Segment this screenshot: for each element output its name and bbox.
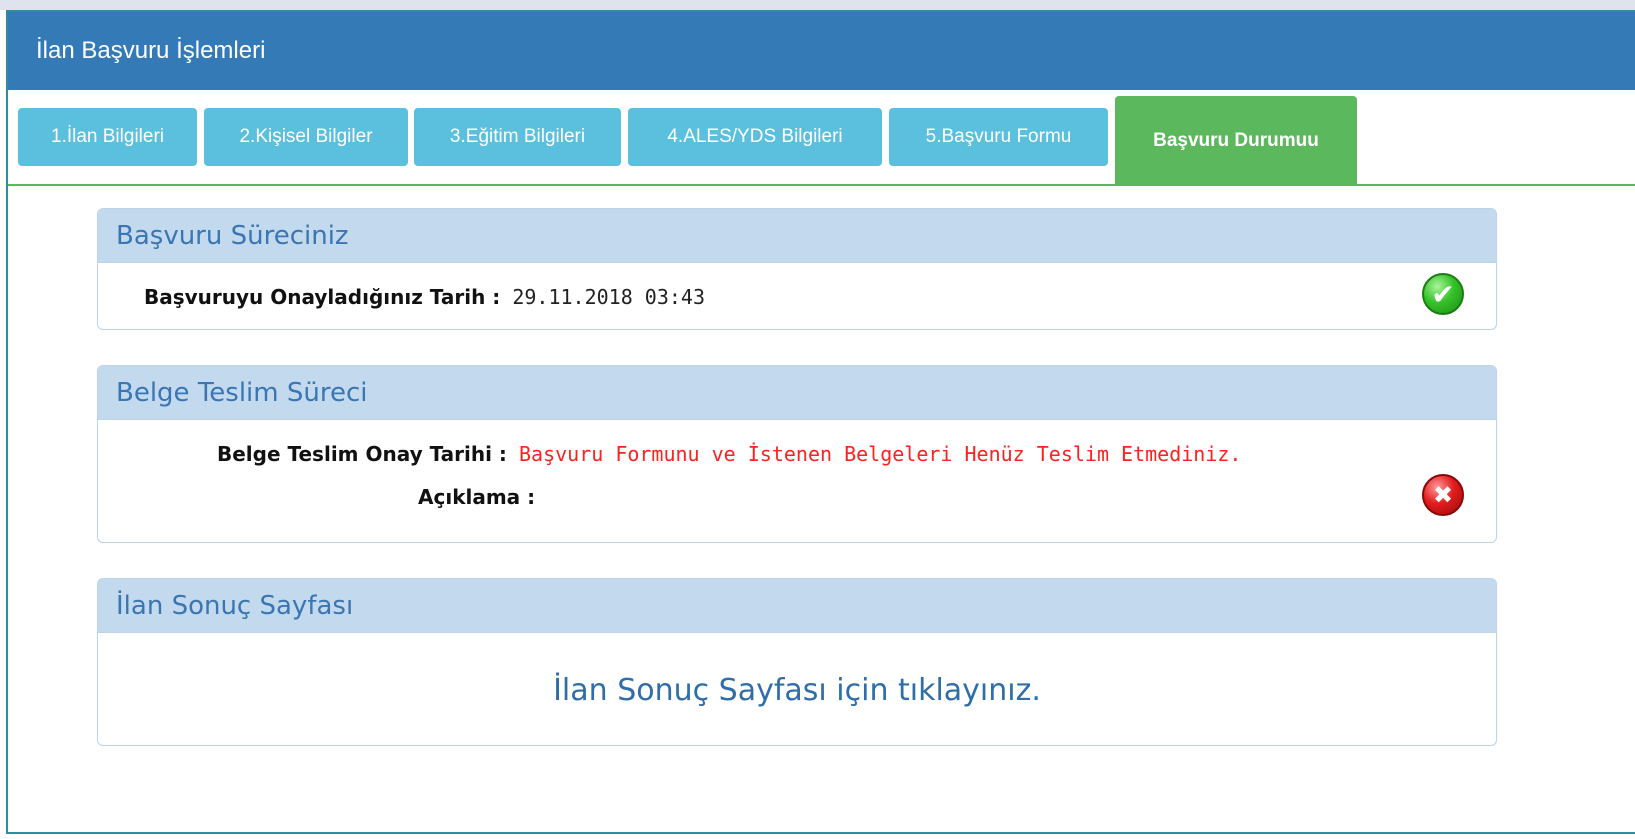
application-panel: İlan Başvuru İşlemleri 1.İlan Bilgileri …	[6, 10, 1635, 834]
results-title: İlan Sonuç Sayfası	[116, 591, 354, 621]
panel-header: İlan Başvuru İşlemleri	[8, 12, 1635, 90]
tab-basvuru-durumu[interactable]: Başvuru Durumuu	[1115, 96, 1357, 184]
document-delivery-title: Belge Teslim Süreci	[116, 378, 368, 408]
document-delivery-header: Belge Teslim Süreci	[98, 366, 1496, 420]
tab-kisisel-bilgiler[interactable]: 2.Kişisel Bilgiler	[204, 108, 408, 166]
delivery-date-value: Başvuru Formunu ve İstenen Belgeleri Hen…	[518, 442, 1242, 466]
note-row: Açıklama :	[418, 484, 535, 510]
note-label: Açıklama :	[418, 485, 536, 509]
tab-egitim-bilgileri[interactable]: 3.Eğitim Bilgileri	[414, 108, 621, 166]
document-delivery-box: Belge Teslim Süreci Belge Teslim Onay Ta…	[97, 365, 1497, 543]
check-icon: ✔	[1422, 273, 1464, 315]
approval-date-value: 29.11.2018 03:43	[512, 285, 705, 309]
tab-basvuru-formu[interactable]: 5.Başvuru Formu	[889, 108, 1108, 166]
results-header: İlan Sonuç Sayfası	[98, 579, 1496, 633]
results-page-link[interactable]: İlan Sonuç Sayfası için tıklayınız.	[98, 671, 1496, 711]
tab-bar: 1.İlan Bilgileri 2.Kişisel Bilgiler 3.Eğ…	[8, 90, 1635, 186]
application-process-header: Başvuru Süreciniz	[98, 209, 1496, 263]
tab-ilan-bilgileri[interactable]: 1.İlan Bilgileri	[18, 108, 197, 166]
approval-date-label: Başvuruyu Onayladığınız Tarih :	[144, 285, 501, 309]
cross-icon: ✖	[1422, 474, 1464, 516]
application-process-box: Başvuru Süreciniz Başvuruyu Onayladığını…	[97, 208, 1497, 330]
delivery-date-label: Belge Teslim Onay Tarihi :	[217, 442, 507, 466]
panel-title: İlan Başvuru İşlemleri	[36, 37, 266, 64]
delivery-date-row: Belge Teslim Onay Tarihi : Başvuru Formu…	[217, 441, 1241, 467]
results-box: İlan Sonuç Sayfası İlan Sonuç Sayfası iç…	[97, 578, 1497, 746]
top-strip	[0, 0, 1635, 10]
tab-ales-yds-bilgileri[interactable]: 4.ALES/YDS Bilgileri	[628, 108, 882, 166]
application-process-title: Başvuru Süreciniz	[116, 221, 349, 251]
approval-date-row: Başvuruyu Onayladığınız Tarih : 29.11.20…	[144, 284, 705, 310]
